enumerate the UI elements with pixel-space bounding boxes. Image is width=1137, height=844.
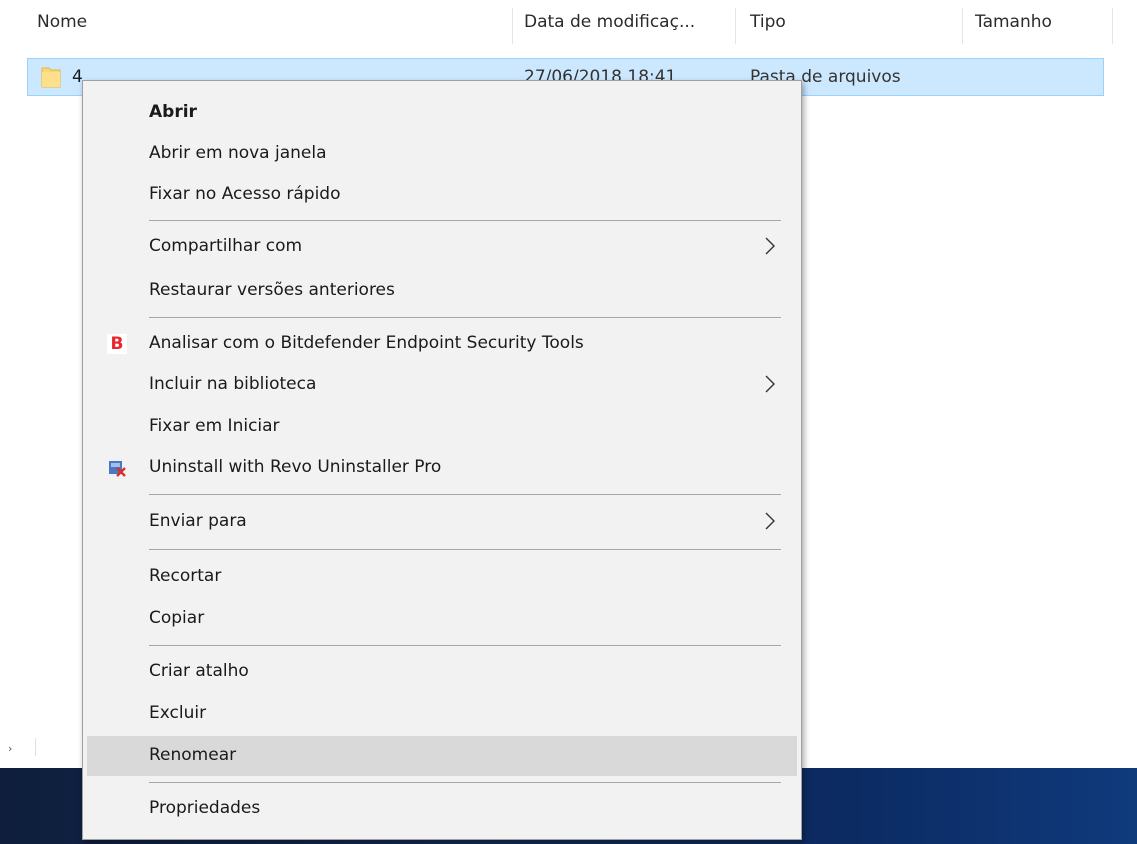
folder-icon [41, 67, 61, 88]
chevron-right-icon [765, 512, 775, 530]
column-divider[interactable] [962, 8, 963, 44]
menu-item-restore-versions[interactable]: Restaurar versões anteriores [87, 271, 797, 311]
menu-item-cut[interactable]: Recortar [87, 557, 797, 597]
menu-item-share-with[interactable]: Compartilhar com [87, 227, 797, 267]
menu-item-label: Criar atalho [149, 661, 249, 681]
menu-separator [149, 494, 781, 495]
menu-separator [149, 782, 781, 783]
menu-separator [149, 317, 781, 318]
menu-item-label: Recortar [149, 566, 222, 586]
menu-item-label: Compartilhar com [149, 236, 303, 256]
menu-separator [149, 645, 781, 646]
menu-item-label: Analisar com o Bitdefender Endpoint Secu… [149, 333, 584, 353]
menu-item-label: Abrir em nova janela [149, 143, 327, 163]
menu-item-open-new-window[interactable]: Abrir em nova janela [87, 134, 797, 174]
menu-item-label: Fixar em Iniciar [149, 416, 280, 436]
column-divider[interactable] [735, 8, 736, 44]
menu-item-label: Propriedades [149, 798, 261, 818]
menu-item-include-library[interactable]: Incluir na biblioteca [87, 365, 797, 405]
menu-item-revo-uninstall[interactable]: Uninstall with Revo Uninstaller Pro [87, 448, 797, 488]
chevron-right-icon [765, 375, 775, 393]
menu-separator [149, 220, 781, 221]
tree-divider [35, 738, 36, 756]
menu-item-label: Excluir [149, 703, 207, 723]
menu-item-label: Uninstall with Revo Uninstaller Pro [149, 457, 442, 477]
expand-arrow-icon[interactable]: › [8, 742, 12, 755]
menu-item-open[interactable]: Abrir [87, 93, 797, 133]
menu-item-label: Incluir na biblioteca [149, 374, 317, 394]
menu-item-rename[interactable]: Renomear [87, 736, 797, 776]
menu-item-copy[interactable]: Copiar [87, 599, 797, 639]
menu-item-send-to[interactable]: Enviar para [87, 502, 797, 542]
bitdefender-icon: B [107, 334, 127, 354]
menu-item-label: Abrir [149, 102, 197, 122]
column-header-name[interactable]: Nome [37, 12, 87, 32]
column-header-type[interactable]: Tipo [750, 12, 786, 32]
menu-item-label: Enviar para [149, 511, 247, 531]
menu-item-properties[interactable]: Propriedades [87, 789, 797, 829]
column-header-bar: Nome Data de modificaç... Tipo Tamanho [0, 0, 1137, 44]
menu-item-pin-start[interactable]: Fixar em Iniciar [87, 407, 797, 447]
column-header-date[interactable]: Data de modificaç... [524, 12, 695, 32]
menu-item-delete[interactable]: Excluir [87, 694, 797, 734]
menu-item-pin-quick-access[interactable]: Fixar no Acesso rápido [87, 175, 797, 215]
chevron-right-icon [765, 237, 775, 255]
menu-item-bitdefender-scan[interactable]: B Analisar com o Bitdefender Endpoint Se… [87, 324, 797, 364]
column-divider[interactable] [1112, 8, 1113, 44]
menu-separator [149, 549, 781, 550]
context-menu: Abrir Abrir em nova janela Fixar no Aces… [82, 80, 802, 840]
menu-item-label: Renomear [149, 745, 237, 765]
menu-item-label: Copiar [149, 608, 205, 628]
column-divider[interactable] [512, 8, 513, 44]
menu-item-create-shortcut[interactable]: Criar atalho [87, 652, 797, 692]
column-header-size[interactable]: Tamanho [975, 12, 1052, 32]
menu-item-label: Restaurar versões anteriores [149, 280, 395, 300]
menu-item-label: Fixar no Acesso rápido [149, 184, 341, 204]
revo-uninstaller-icon [109, 461, 126, 477]
